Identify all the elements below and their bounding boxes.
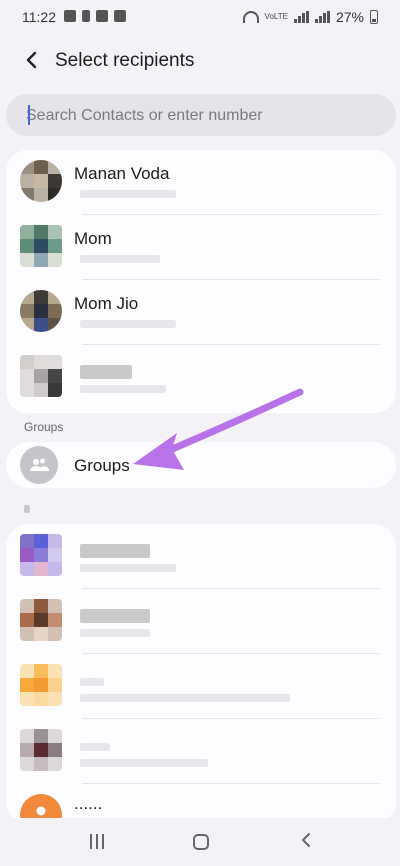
search-bar[interactable] (6, 94, 396, 138)
gallery-icon (114, 10, 126, 22)
text-cursor (28, 105, 30, 125)
contact-avatar (20, 534, 62, 576)
contact-detail-blurred (80, 759, 208, 767)
contact-name: Manan Voda (74, 164, 170, 183)
contact-name-blurred (80, 609, 150, 623)
contact-name: Mom (74, 229, 112, 248)
recent-apps-button[interactable] (90, 834, 104, 849)
app-header: Select recipients (0, 38, 400, 82)
contact-avatar (20, 355, 62, 397)
wifi-icon (242, 11, 259, 23)
contact-avatar (20, 664, 62, 706)
groups-avatar (20, 446, 58, 484)
contact-row[interactable]: Mom (6, 215, 396, 280)
data-speed-icon (82, 10, 90, 22)
groups-label: Groups (74, 456, 130, 475)
contact-detail-blurred (80, 629, 150, 637)
contact-row[interactable]: Manan Voda (6, 150, 396, 215)
contact-detail-blurred (80, 694, 290, 702)
contact-avatar (20, 599, 62, 641)
page-title: Select recipients (55, 50, 195, 71)
contact-row[interactable] (6, 524, 396, 589)
contact-name-blurred (80, 743, 110, 751)
contact-name-blurred (80, 544, 150, 558)
contacts-list-2: ...... (6, 524, 396, 824)
contact-name: ...... (74, 794, 103, 813)
volte-icon: VoLTE (264, 12, 288, 21)
contact-name-blurred (80, 678, 104, 686)
contact-avatar (20, 729, 62, 771)
contact-detail-blurred (80, 385, 166, 393)
contact-row[interactable] (6, 345, 396, 413)
contact-avatar (20, 160, 62, 202)
contact-row[interactable] (6, 654, 396, 719)
status-time: 11:22 (22, 9, 56, 25)
message-icon (64, 10, 76, 22)
contact-row[interactable] (6, 589, 396, 654)
contacts-list: Manan Voda Mom Mom Jio (6, 150, 396, 413)
notification-icons (64, 10, 126, 22)
back-arrow-icon (302, 833, 310, 847)
contact-row[interactable] (6, 719, 396, 784)
contact-row[interactable]: Mom Jio (6, 280, 396, 345)
contact-detail-blurred (80, 255, 160, 263)
contact-detail-blurred (80, 190, 176, 198)
groups-row[interactable]: Groups (6, 442, 396, 488)
contact-name-blurred (80, 365, 132, 379)
home-button[interactable] (193, 834, 209, 850)
section-header-blurred (24, 505, 30, 513)
contact-name: Mom Jio (74, 294, 139, 313)
battery-icon (370, 10, 378, 24)
back-button[interactable] (18, 46, 46, 74)
people-icon (30, 458, 50, 471)
signal-icon (293, 11, 309, 23)
battery-percent: 27% (335, 9, 364, 25)
contact-detail-blurred (80, 564, 176, 572)
contact-avatar (20, 290, 62, 332)
status-bar: 11:22 VoLTE 27% (0, 0, 400, 34)
chevron-left-icon (26, 51, 37, 69)
missed-call-icon (96, 10, 108, 22)
system-nav-bar (0, 818, 400, 866)
system-back-button[interactable] (298, 828, 314, 859)
search-input[interactable] (24, 94, 368, 138)
contact-detail-blurred (80, 320, 176, 328)
signal-icon-2 (314, 11, 330, 23)
section-header-groups: Groups (24, 420, 64, 434)
system-icons: VoLTE 27% (242, 9, 378, 25)
contact-avatar (20, 225, 62, 267)
